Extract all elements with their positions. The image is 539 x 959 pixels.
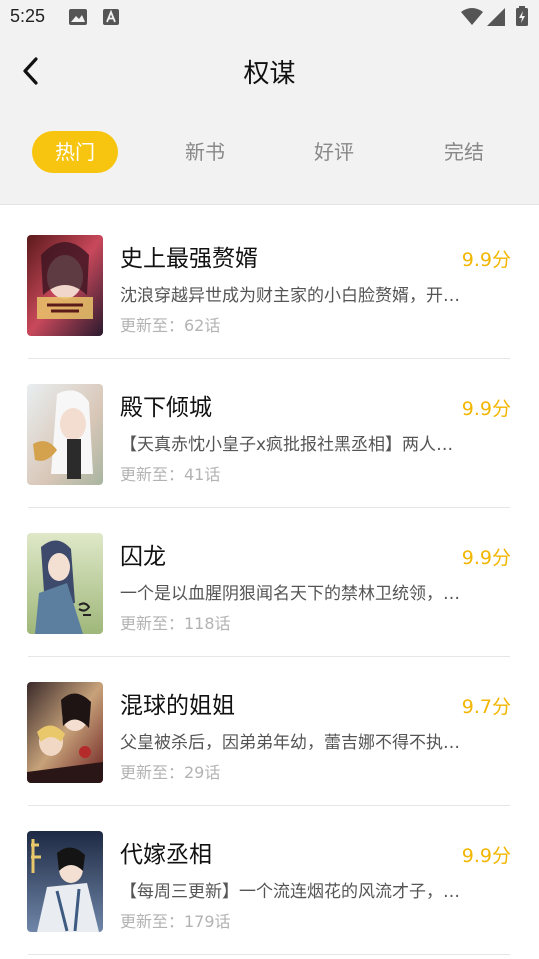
book-cover	[27, 533, 103, 634]
book-title: 囚龙	[120, 544, 166, 570]
book-update-status: 更新至：41话	[120, 465, 221, 484]
list-item[interactable]: 混球的姐姐 父皇被杀后，因弟弟年幼，蕾吉娜不得不执掌朝政对抗叛乱… 更新至：29…	[0, 653, 539, 806]
text-a-icon	[103, 9, 119, 25]
category-tabs: 热门 新书 好评 完结	[0, 106, 539, 205]
book-description: 父皇被杀后，因弟弟年幼，蕾吉娜不得不执掌朝政对抗叛乱…	[120, 733, 460, 753]
status-bar: 5:25	[0, 0, 539, 36]
book-cover	[27, 831, 103, 932]
book-cover	[27, 384, 103, 485]
tab-completed[interactable]: 完结	[424, 131, 504, 173]
tab-top-rated[interactable]: 好评	[294, 131, 374, 173]
list-item[interactable]: 代嫁丞相 【每周三更新】一个流连烟花的风流才子，一个冷面无情的丞相… 更新至：1…	[0, 802, 539, 955]
list-item[interactable]: 殿下倾城 【天真赤忱小皇子x疯批报社黑丞相】两人携手破除宫廷阴谋… 更新至：41…	[0, 355, 539, 508]
book-update-status: 更新至：179话	[120, 912, 231, 931]
book-score: 9.9分	[461, 398, 511, 420]
book-description: 沈浪穿越异世成为财主家的小白脸赘婿，开局就被剥光捆在床上…	[120, 286, 460, 306]
book-description: 【天真赤忱小皇子x疯批报社黑丞相】两人携手破除宫廷阴谋…	[120, 435, 460, 455]
divider	[28, 954, 510, 955]
book-score: 9.9分	[461, 547, 511, 569]
status-time: 5:25	[10, 6, 46, 26]
image-icon	[69, 9, 87, 25]
book-title: 代嫁丞相	[120, 842, 212, 868]
tab-hot[interactable]: 热门	[32, 131, 118, 173]
book-update-status: 更新至：29话	[120, 763, 221, 782]
book-title: 混球的姐姐	[120, 693, 235, 719]
book-title: 殿下倾城	[120, 395, 212, 421]
book-description: 一个是以血腥阴狠闻名天下的禁林卫统领，一个是失势的皇子…	[120, 584, 460, 604]
page-title: 权谋	[243, 59, 296, 89]
book-score: 9.9分	[461, 845, 511, 867]
book-title: 史上最强赘婿	[120, 246, 258, 272]
book-score: 9.7分	[461, 696, 511, 718]
book-update-status: 更新至：62话	[120, 316, 221, 335]
tab-new[interactable]: 新书	[165, 131, 245, 173]
book-description: 【每周三更新】一个流连烟花的风流才子，一个冷面无情的丞相…	[120, 882, 460, 902]
wifi-icon	[461, 8, 483, 25]
header: 权谋	[0, 36, 539, 106]
book-cover	[27, 235, 103, 336]
book-score: 9.9分	[461, 249, 511, 271]
book-update-status: 更新至：118话	[120, 614, 231, 633]
list-item[interactable]: 史上最强赘婿 沈浪穿越异世成为财主家的小白脸赘婿，开局就被剥光捆在床上… 更新至…	[0, 206, 539, 359]
list-item[interactable]: 囚龙 一个是以血腥阴狠闻名天下的禁林卫统领，一个是失势的皇子… 更新至：118话…	[0, 504, 539, 657]
book-cover	[27, 682, 103, 783]
battery-charging-icon	[516, 6, 528, 26]
signal-icon	[487, 8, 505, 26]
